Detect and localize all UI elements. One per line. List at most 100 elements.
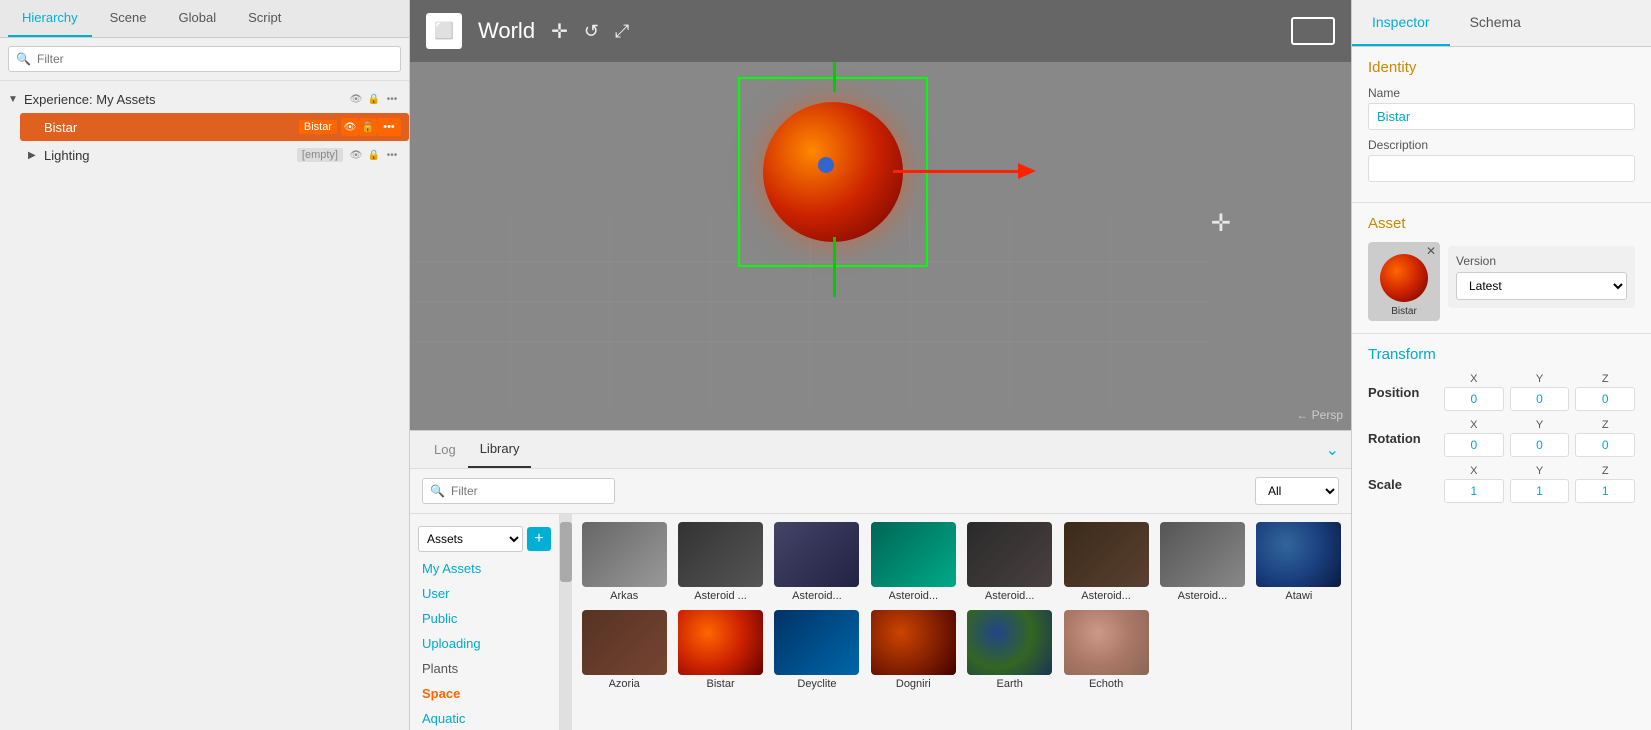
tab-scene[interactable]: Scene	[96, 0, 161, 37]
scale-x-group: X	[1444, 465, 1504, 503]
bistar-more-icon[interactable]: •••	[377, 118, 401, 136]
hierarchy-filter-input[interactable]	[8, 46, 401, 72]
assets-dropdown[interactable]: Assets	[418, 526, 523, 552]
tab-library[interactable]: Library	[468, 431, 532, 468]
bistar-lock-icon[interactable]: 🔒	[359, 118, 377, 136]
inspector-tabs: Inspector Schema	[1352, 0, 1651, 47]
position-y-input[interactable]	[1510, 387, 1570, 411]
name-input[interactable]	[1368, 103, 1635, 130]
left-panel: Hierarchy Scene Global Script 🔍 ▼ Experi…	[0, 0, 410, 730]
library-filter-select[interactable]: All Models Textures Sounds	[1255, 477, 1339, 505]
asset-thumb-azoria	[582, 610, 667, 675]
tab-script[interactable]: Script	[234, 0, 295, 37]
nav-public[interactable]: Public	[410, 606, 559, 631]
tab-log[interactable]: Log	[422, 432, 468, 467]
tab-hierarchy[interactable]: Hierarchy	[8, 0, 92, 37]
lighting-more-icon[interactable]: •••	[383, 146, 401, 164]
rotation-x-input[interactable]	[1444, 433, 1504, 457]
tab-schema[interactable]: Schema	[1450, 0, 1541, 46]
position-x-input[interactable]	[1444, 387, 1504, 411]
nav-space[interactable]: Space	[410, 681, 559, 706]
more-icon[interactable]: •••	[383, 90, 401, 108]
bistar-eye-icon[interactable]: 👁	[341, 118, 359, 136]
asset-item-arkas[interactable]: Arkas	[580, 522, 668, 602]
asset-thumb-asteroid6	[1160, 522, 1245, 587]
asset-item-asteroid6[interactable]: Asteroid...	[1158, 522, 1246, 602]
asset-item-bistar[interactable]: Bistar	[676, 610, 764, 690]
asset-ref-area: ✕ Bistar Version Latest 1.0 2.0	[1368, 242, 1635, 321]
nav-user[interactable]: User	[410, 581, 559, 606]
planet-center-dot	[818, 157, 834, 173]
identity-heading: Identity	[1368, 59, 1635, 76]
center-panel: ⬜ World ✛ ↺ ⤢	[410, 0, 1351, 730]
asset-item-asteroid2[interactable]: Asteroid...	[773, 522, 861, 602]
move-icon[interactable]: ✛	[551, 19, 568, 44]
tree-item-lighting[interactable]: ▶ Lighting [empty] 👁 🔒 •••	[20, 141, 409, 169]
asset-item-azoria[interactable]: Azoria	[580, 610, 668, 690]
version-box: Version Latest 1.0 2.0	[1448, 246, 1635, 308]
aspect-ratio-btn[interactable]	[1291, 17, 1335, 45]
transform-section: Transform Position X Y Z Rotat	[1352, 334, 1651, 523]
position-z-input[interactable]	[1575, 387, 1635, 411]
asset-item-echoth[interactable]: Echoth	[1062, 610, 1150, 690]
position-fields: X Y Z	[1444, 373, 1635, 411]
y-axis-bottom	[833, 237, 836, 297]
nav-my-assets[interactable]: My Assets	[410, 556, 559, 581]
asset-item-asteroid1[interactable]: Asteroid ...	[676, 522, 764, 602]
tree-item-experience[interactable]: ▼ Experience: My Assets 👁 🔒 •••	[0, 85, 409, 113]
rotate-icon[interactable]: ↺	[584, 21, 599, 42]
asset-item-deyclite[interactable]: Deyclite	[773, 610, 861, 690]
asset-item-earth[interactable]: Earth	[966, 610, 1054, 690]
lock-icon[interactable]: 🔒	[365, 90, 383, 108]
scale-icon[interactable]: ⤢	[615, 21, 629, 42]
rotation-y-group: Y	[1510, 419, 1570, 457]
asset-item-asteroid4[interactable]: Asteroid...	[966, 522, 1054, 602]
lighting-eye-icon[interactable]: 👁	[347, 146, 365, 164]
scale-x-axis-label: X	[1444, 465, 1504, 477]
asset-name-azoria: Azoria	[609, 678, 640, 690]
asset-name-earth: Earth	[997, 678, 1023, 690]
tree-item-bistar[interactable]: Bistar Bistar 👁 🔒 •••	[20, 113, 409, 141]
sidebar-scrollbar[interactable]	[560, 514, 572, 730]
description-input[interactable]	[1368, 155, 1635, 182]
version-select[interactable]: Latest 1.0 2.0	[1456, 272, 1627, 300]
scale-y-input[interactable]	[1510, 479, 1570, 503]
rotation-z-input[interactable]	[1575, 433, 1635, 457]
add-asset-button[interactable]: +	[527, 527, 551, 551]
scale-row: Scale X Y Z	[1368, 465, 1635, 503]
nav-aquatic[interactable]: Aquatic	[410, 706, 559, 730]
world-icon-btn[interactable]: ⬜	[426, 13, 462, 49]
asset-name-arkas: Arkas	[610, 590, 638, 602]
tab-global[interactable]: Global	[165, 0, 231, 37]
asset-name-atawi: Atawi	[1285, 590, 1312, 602]
nav-plants[interactable]: Plants	[410, 656, 559, 681]
asset-item-atawi[interactable]: Atawi	[1255, 522, 1343, 602]
library-filter-input[interactable]	[422, 478, 615, 504]
asset-remove-icon[interactable]: ✕	[1426, 244, 1436, 258]
nav-uploading[interactable]: Uploading	[410, 631, 559, 656]
bottom-chevron-icon[interactable]: ⌄	[1326, 440, 1339, 460]
asset-item-asteroid3[interactable]: Asteroid...	[869, 522, 957, 602]
rotation-y-input[interactable]	[1510, 433, 1570, 457]
name-label: Name	[1368, 86, 1635, 100]
planet-sphere	[763, 102, 903, 242]
position-x-group: X	[1444, 373, 1504, 411]
lighting-lock-icon[interactable]: 🔒	[365, 146, 383, 164]
eye-icon[interactable]: 👁	[347, 90, 365, 108]
scale-z-input[interactable]	[1575, 479, 1635, 503]
world-label: World	[478, 18, 535, 44]
asset-thumbnail-btn[interactable]: ✕ Bistar	[1368, 242, 1440, 321]
assets-sidebar: Assets + My Assets User Public Uploading…	[410, 514, 560, 730]
scale-z-group: Z	[1575, 465, 1635, 503]
tab-inspector[interactable]: Inspector	[1352, 0, 1450, 46]
scale-fields: X Y Z	[1444, 465, 1635, 503]
asset-heading: Asset	[1368, 215, 1635, 232]
x-axis-arrow	[1018, 163, 1036, 179]
viewport-3d[interactable]: ✛ ← Persp	[410, 62, 1351, 430]
position-y-group: Y	[1510, 373, 1570, 411]
expand-arrow: ▼	[8, 94, 24, 105]
asset-item-asteroid5[interactable]: Asteroid...	[1062, 522, 1150, 602]
hierarchy-search-area: 🔍	[0, 38, 409, 81]
scale-x-input[interactable]	[1444, 479, 1504, 503]
asset-item-dogniri[interactable]: Dogniri	[869, 610, 957, 690]
